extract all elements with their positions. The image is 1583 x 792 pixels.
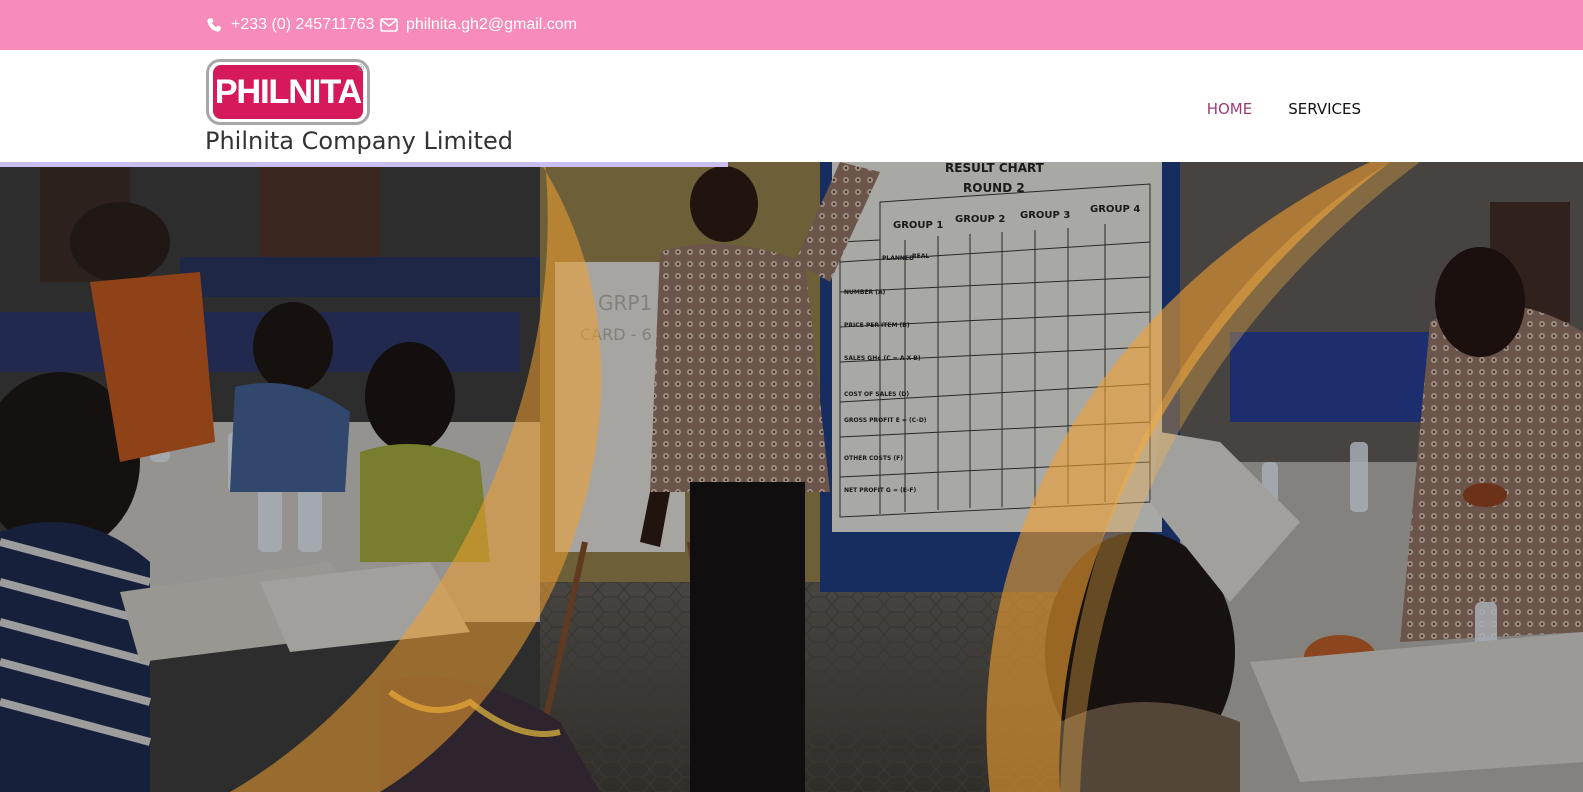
- site-header: PHILNITA ® Philnita Company Limited HOME…: [0, 50, 1583, 162]
- phone-contact[interactable]: +233 (0) 245711763: [205, 0, 374, 50]
- email-address: philnita.gh2@gmail.com: [406, 16, 577, 33]
- envelope-icon: [380, 16, 398, 34]
- nav-item-home[interactable]: HOME: [1207, 100, 1253, 118]
- registered-mark: ®: [357, 63, 364, 73]
- company-name[interactable]: Philnita Company Limited: [205, 127, 513, 155]
- main-nav: HOME SERVICES: [1207, 100, 1361, 118]
- hero-slider[interactable]: GRP1 CARD - 6 RESULT CHART ROUND 2 GROUP…: [0, 162, 1583, 792]
- phone-icon: [205, 16, 223, 34]
- email-contact[interactable]: philnita.gh2@gmail.com: [380, 0, 577, 50]
- logo-wordmark: PHILNITA: [213, 65, 363, 119]
- hero-photo: GRP1 CARD - 6 RESULT CHART ROUND 2 GROUP…: [0, 162, 1583, 792]
- phone-number: +233 (0) 245711763: [231, 16, 375, 33]
- company-logo[interactable]: PHILNITA ®: [206, 59, 370, 125]
- nav-item-services[interactable]: SERVICES: [1288, 100, 1361, 118]
- top-contact-bar: +233 (0) 245711763 philnita.gh2@gmail.co…: [0, 0, 1583, 50]
- slider-progress-bar: [0, 162, 729, 167]
